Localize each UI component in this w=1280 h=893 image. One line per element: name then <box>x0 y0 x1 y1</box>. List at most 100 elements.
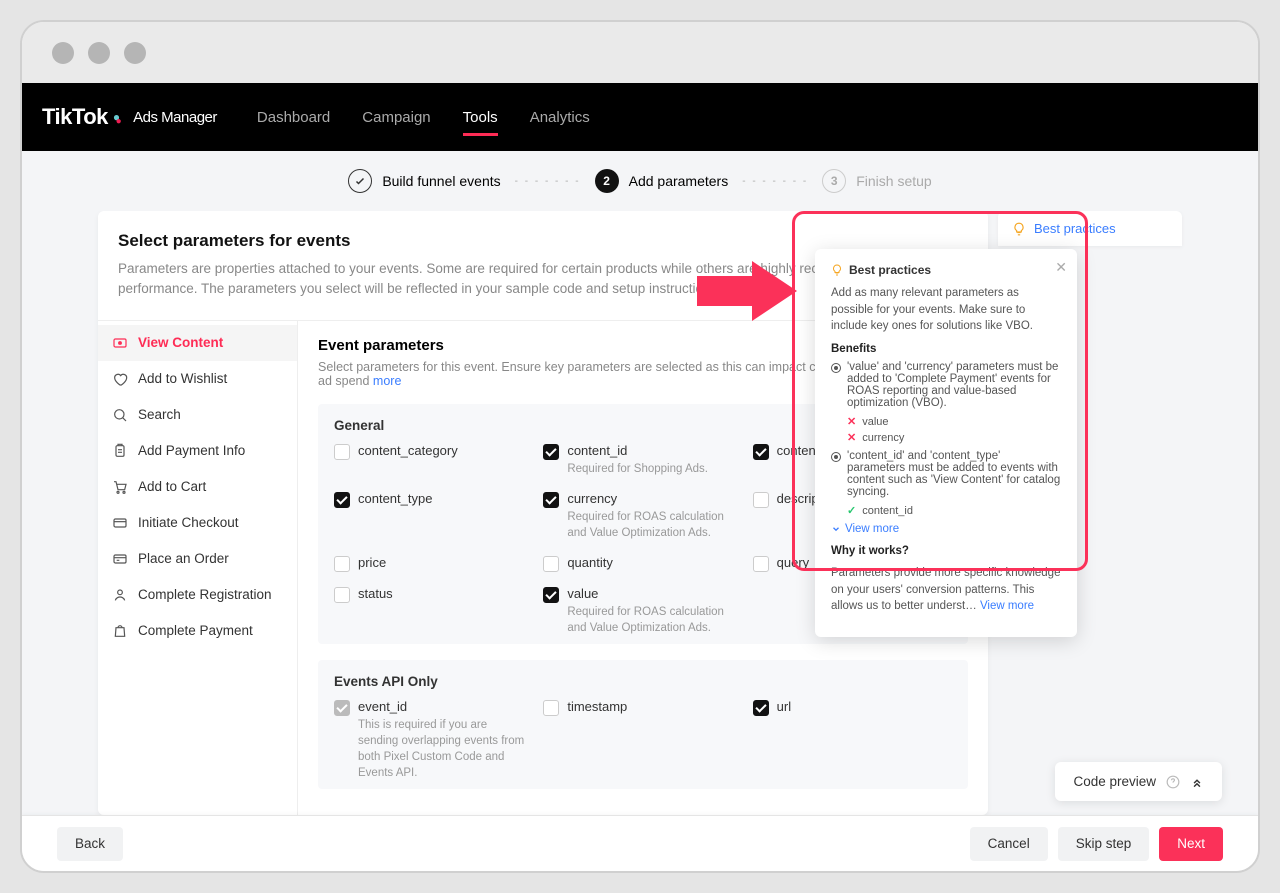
param-label-wrap: timestamp <box>567 699 627 714</box>
checkbox-query[interactable] <box>753 556 769 572</box>
param-hint: Required for ROAS calculation and Value … <box>567 509 737 541</box>
popup-view-more-link[interactable]: View more <box>831 523 899 535</box>
step-separator: - - - - - - - <box>742 176 808 187</box>
popup-why-link[interactable]: View more <box>980 598 1034 615</box>
popup-title: Best practices <box>831 263 1061 277</box>
step-label: Finish setup <box>856 173 931 189</box>
help-icon <box>1166 775 1180 789</box>
bullet-text: 'value' and 'currency' parameters must b… <box>847 361 1061 409</box>
traffic-light-close[interactable] <box>52 42 74 64</box>
param-hint: Required for ROAS calculation and Value … <box>567 604 737 636</box>
code-preview-toggle[interactable]: Code preview <box>1055 762 1222 801</box>
event-item-label: Add to Cart <box>138 479 206 494</box>
param-label-wrap: url <box>777 699 791 714</box>
checkbox-value[interactable] <box>543 587 559 603</box>
checkbox-timestamp[interactable] <box>543 700 559 716</box>
sub-item-text: content_id <box>862 505 913 517</box>
event-item-label: View Content <box>138 335 223 350</box>
param-url: url <box>753 699 952 781</box>
skip-step-button[interactable]: Skip step <box>1058 827 1150 861</box>
checkbox-status[interactable] <box>334 587 350 603</box>
param-label: currency <box>567 491 737 506</box>
nav-item-analytics[interactable]: Analytics <box>530 87 590 148</box>
traffic-light-zoom[interactable] <box>124 42 146 64</box>
step-3: 3 Finish setup <box>822 169 931 193</box>
checkbox-content_category[interactable] <box>334 444 350 460</box>
param-label-wrap: content_type <box>358 491 432 506</box>
param-status: status <box>334 586 533 636</box>
sub-item-text: currency <box>862 432 904 444</box>
event-item-label: Search <box>138 407 181 422</box>
param-label: timestamp <box>567 699 627 714</box>
panel-title: Select parameters for events <box>118 231 968 251</box>
bullet-dot-icon <box>831 452 841 462</box>
param-event_id: event_idThis is required if you are send… <box>334 699 533 781</box>
nav-item-tools[interactable]: Tools <box>463 87 498 148</box>
event-item-place-an-order[interactable]: Place an Order <box>98 541 297 577</box>
popup-sub-items: ✕value ✕ currency <box>847 415 1061 444</box>
checkbox-price[interactable] <box>334 556 350 572</box>
event-item-label: Add Payment Info <box>138 443 245 458</box>
footer-bar: Back Cancel Skip step Next <box>22 815 1258 871</box>
code-preview-label: Code preview <box>1073 774 1156 789</box>
x-mark-icon: ✕ <box>847 431 856 444</box>
nav-item-dashboard[interactable]: Dashboard <box>257 87 330 148</box>
param-label: content_id <box>567 443 708 458</box>
step-2: 2Add parameters <box>595 169 729 193</box>
param-section-events-api-only: Events API Onlyevent_idThis is required … <box>318 660 968 789</box>
event-item-label: Place an Order <box>138 551 229 566</box>
param-label-wrap: price <box>358 555 386 570</box>
event-item-add-to-cart[interactable]: Add to Cart <box>98 469 297 505</box>
chevron-up-icon <box>1190 775 1204 789</box>
event-item-complete-payment[interactable]: Complete Payment <box>98 613 297 649</box>
next-button[interactable]: Next <box>1159 827 1223 861</box>
cancel-button[interactable]: Cancel <box>970 827 1048 861</box>
back-button[interactable]: Back <box>57 827 123 861</box>
popup-why-text: Parameters provide more specific knowled… <box>831 565 1061 615</box>
popup-title-text: Best practices <box>849 263 931 277</box>
stepper: Build funnel events- - - - - - -2Add par… <box>22 151 1258 211</box>
sub-item-text: value <box>862 416 888 428</box>
popup-sub-item: ✕value <box>847 415 1061 428</box>
search-icon <box>112 407 128 423</box>
param-section-customer-information-parameters: Customer information parameters <box>318 805 968 815</box>
nav-item-campaign[interactable]: Campaign <box>362 87 430 148</box>
param-label: query <box>777 555 810 570</box>
event-item-search[interactable]: Search <box>98 397 297 433</box>
popup-view-more-text: View more <box>845 523 899 535</box>
popup-sub-items: ✓content_id <box>847 504 1061 517</box>
param-label-wrap: query <box>777 555 810 570</box>
checkbox-quantity[interactable] <box>543 556 559 572</box>
content-area: Select parameters for events Parameters … <box>22 211 1258 815</box>
param-label: event_id <box>358 699 528 714</box>
param-content_id: content_idRequired for Shopping Ads. <box>543 443 742 477</box>
clipboard-icon <box>112 443 128 459</box>
popup-bullet: 'content_id' and 'content_type' paramete… <box>831 450 1061 498</box>
event-item-add-to-wishlist[interactable]: Add to Wishlist <box>98 361 297 397</box>
event-item-view-content[interactable]: View Content <box>98 325 297 361</box>
event-item-initiate-checkout[interactable]: Initiate Checkout <box>98 505 297 541</box>
param-label: value <box>567 586 737 601</box>
param-label-wrap: content_category <box>358 443 458 458</box>
step-separator: - - - - - - - <box>515 176 581 187</box>
best-practices-tab[interactable]: Best practices <box>998 211 1182 246</box>
lightbulb-icon <box>1012 222 1026 236</box>
checkbox-currency[interactable] <box>543 492 559 508</box>
popup-bullet: 'value' and 'currency' parameters must b… <box>831 361 1061 409</box>
checkbox-content_id[interactable] <box>543 444 559 460</box>
popup-close-button[interactable]: ✕ <box>1055 259 1067 276</box>
event-item-complete-registration[interactable]: Complete Registration <box>98 577 297 613</box>
checkbox-content_type[interactable] <box>334 492 350 508</box>
event-parameters-more-link[interactable]: more <box>373 374 401 388</box>
checkbox-content_name[interactable] <box>753 444 769 460</box>
step-circle: 3 <box>822 169 846 193</box>
traffic-light-minimize[interactable] <box>88 42 110 64</box>
param-label: content_type <box>358 491 432 506</box>
window-titlebar <box>22 22 1258 83</box>
event-item-add-payment-info[interactable]: Add Payment Info <box>98 433 297 469</box>
checkbox-url[interactable] <box>753 700 769 716</box>
param-price: price <box>334 555 533 572</box>
checkbox-description[interactable] <box>753 492 769 508</box>
heart-icon <box>112 371 128 387</box>
app-window: TikTok ●● Ads Manager DashboardCampaignT… <box>20 20 1260 873</box>
